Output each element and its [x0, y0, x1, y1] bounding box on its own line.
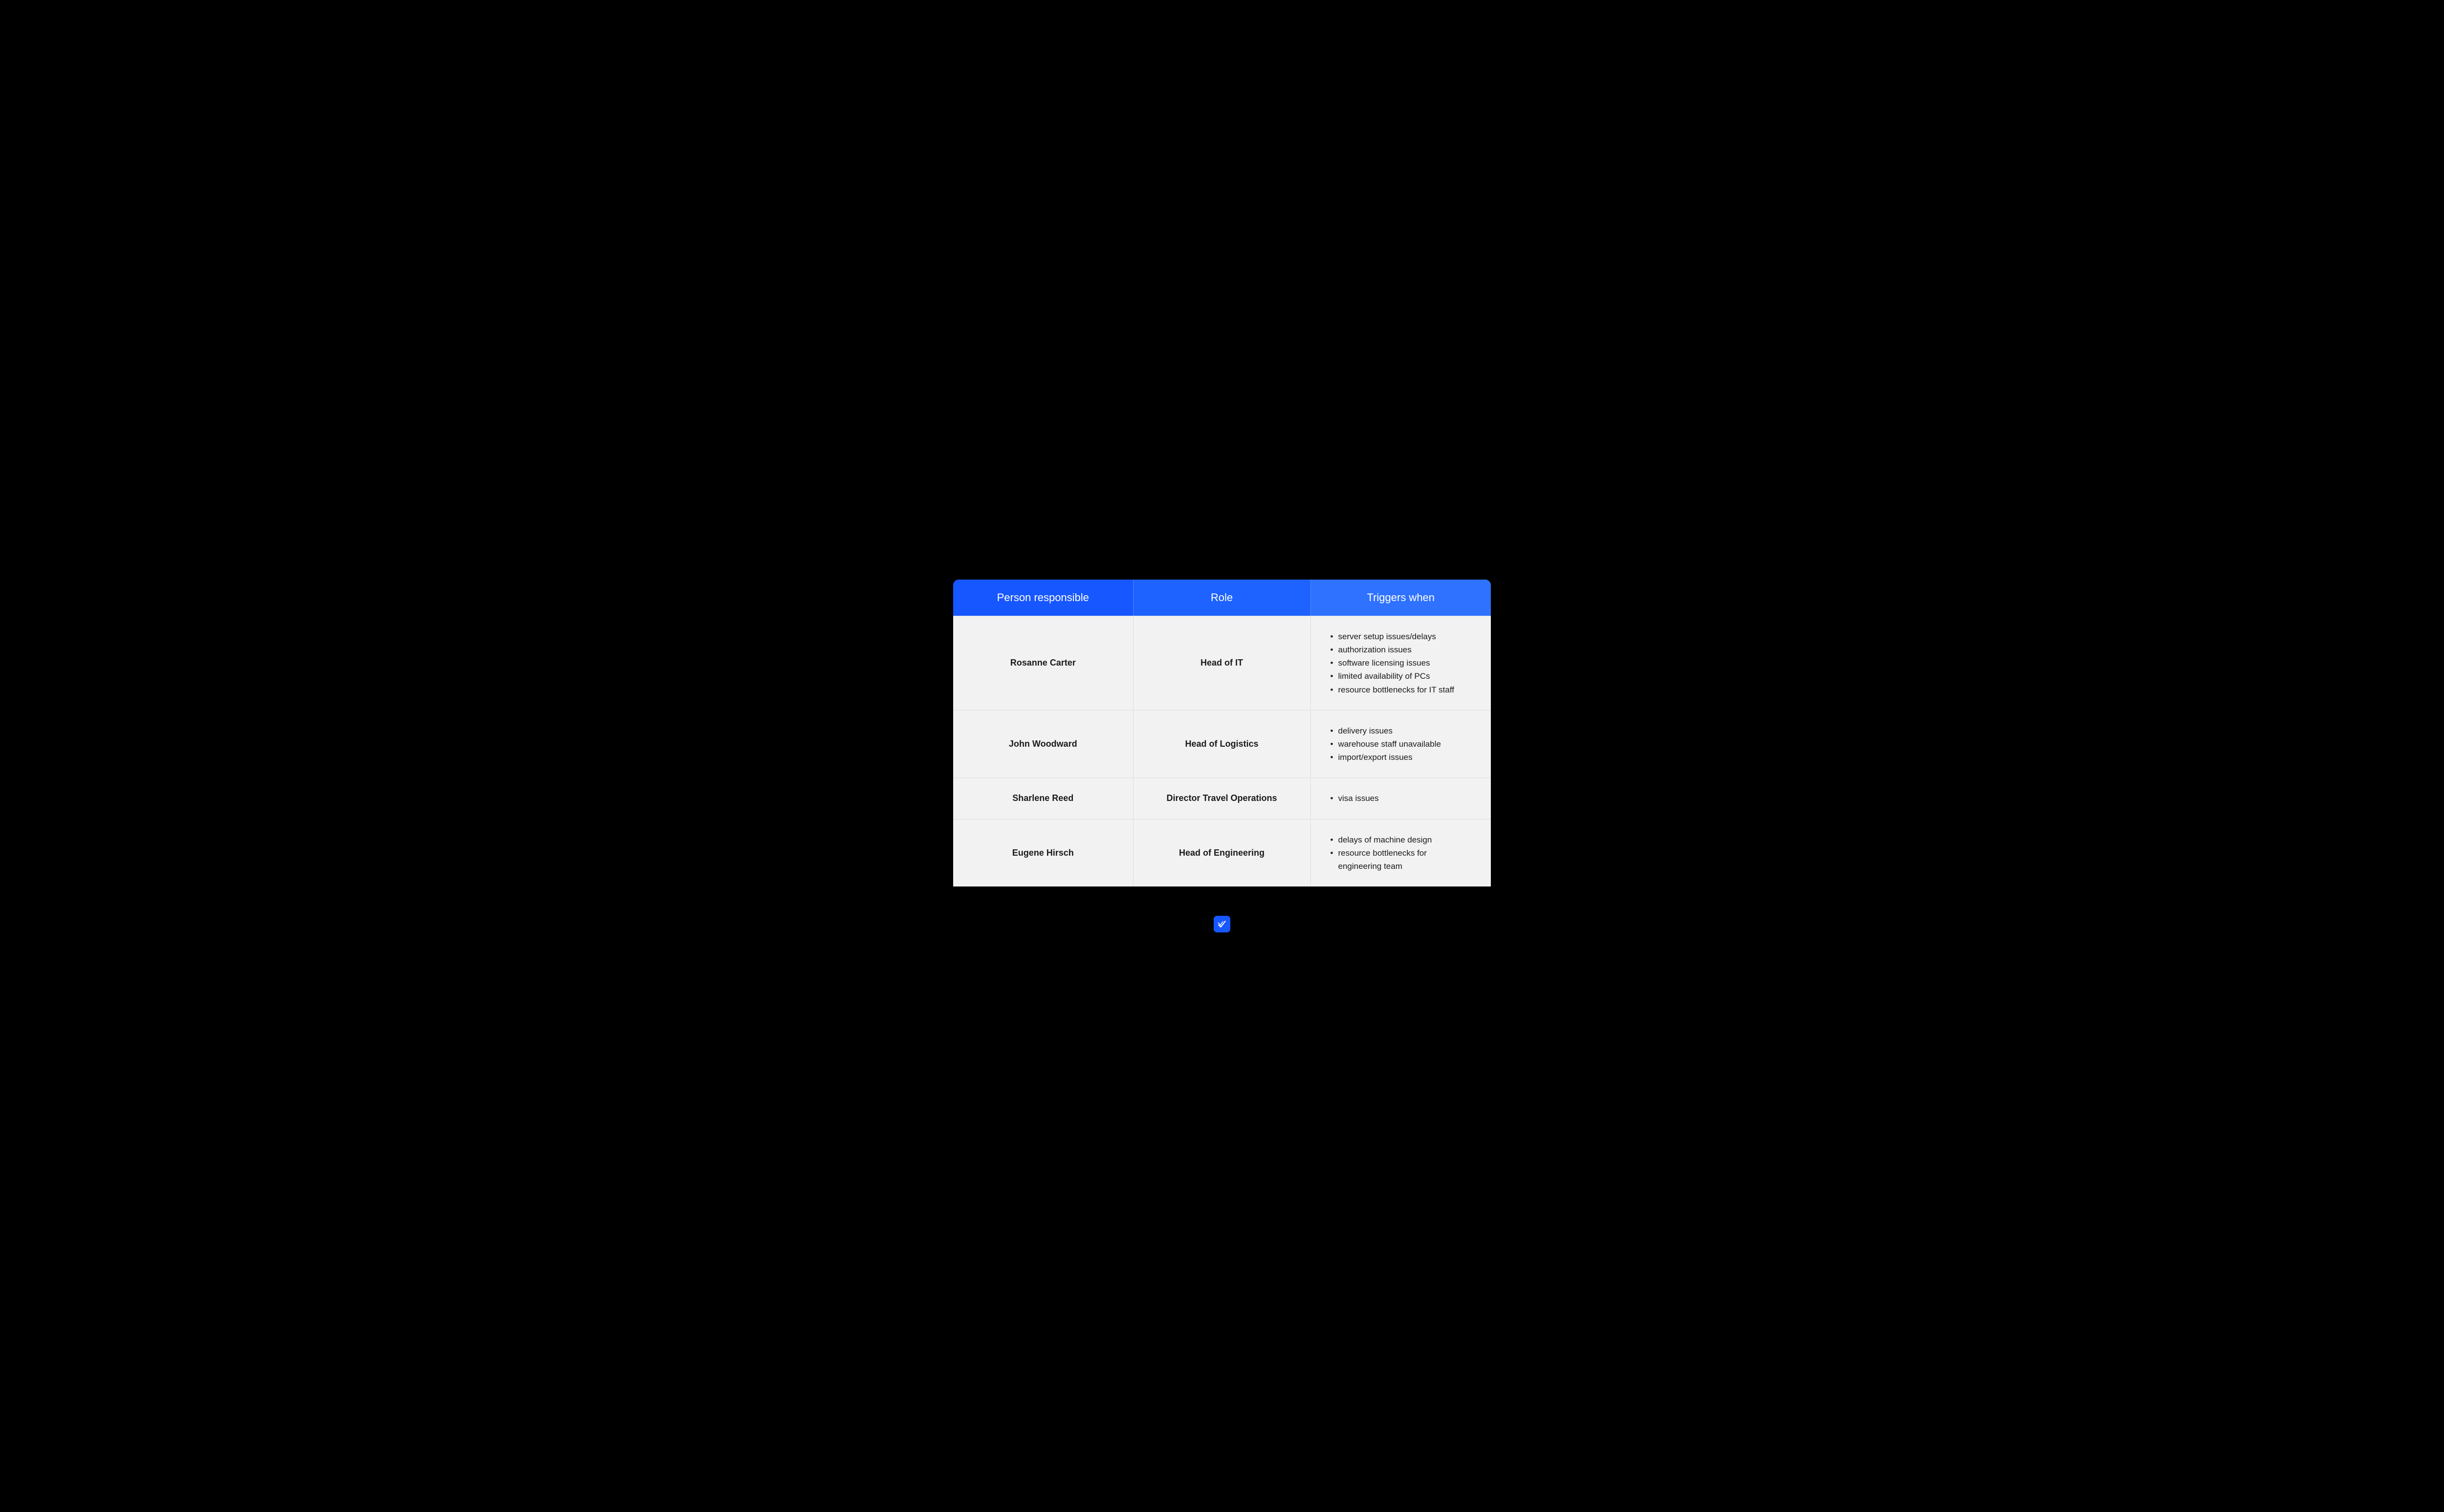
triggers-list: delays of machine designresource bottlen… [1331, 833, 1472, 873]
triggers-list: visa issues [1331, 792, 1472, 805]
triggers-cell: delivery issueswarehouse staff unavailab… [1311, 711, 1491, 778]
trigger-item: delivery issues [1331, 724, 1472, 737]
trigger-item: limited availability of PCs [1331, 670, 1472, 683]
person-cell: Eugene Hirsch [953, 820, 1134, 887]
table-row: Eugene HirschHead of Engineering delays o… [953, 819, 1491, 887]
header-person: Person responsible [953, 580, 1134, 616]
person-cell: Sharlene Reed [953, 778, 1134, 819]
triggers-list: server setup issues/delaysauthorization … [1331, 630, 1472, 696]
trigger-item: visa issues [1331, 792, 1472, 805]
header-role: Role [1134, 580, 1311, 616]
trigger-item: warehouse staff unavailable [1331, 737, 1472, 751]
table-header-row: Person responsible Role Triggers when [953, 580, 1491, 616]
triggers-cell: delays of machine designresource bottlen… [1311, 820, 1491, 887]
role-cell: Head of IT [1134, 616, 1311, 710]
trigger-item: software licensing issues [1331, 656, 1472, 670]
table-body: Rosanne CarterHead of IT server setup iss… [953, 616, 1491, 886]
person-cell: John Woodward [953, 711, 1134, 778]
role-cell: Head of Logistics [1134, 711, 1311, 778]
brand-logo-icon [1214, 916, 1230, 932]
header-triggers: Triggers when [1311, 580, 1491, 616]
trigger-item: authorization issues [1331, 643, 1472, 656]
role-cell: Head of Engineering [1134, 820, 1311, 887]
triggers-list: delivery issueswarehouse staff unavailab… [1331, 724, 1472, 764]
trigger-item: server setup issues/delays [1331, 630, 1472, 643]
person-cell: Rosanne Carter [953, 616, 1134, 710]
table-row: Rosanne CarterHead of IT server setup iss… [953, 616, 1491, 710]
trigger-item: resource bottlenecks for IT staff [1331, 683, 1472, 696]
trigger-item: import/export issues [1331, 751, 1472, 764]
trigger-item: resource bottlenecks for engineering tea… [1331, 846, 1472, 873]
triggers-cell: server setup issues/delaysauthorization … [1311, 616, 1491, 710]
responsibilities-table: Person responsible Role Triggers when Ro… [953, 580, 1491, 886]
role-cell: Director Travel Operations [1134, 778, 1311, 819]
table-row: John WoodwardHead of Logistics delivery i… [953, 710, 1491, 778]
table-row: Sharlene ReedDirector Travel Operations v… [953, 778, 1491, 819]
triggers-cell: visa issues [1311, 778, 1491, 819]
trigger-item: delays of machine design [1331, 833, 1472, 846]
